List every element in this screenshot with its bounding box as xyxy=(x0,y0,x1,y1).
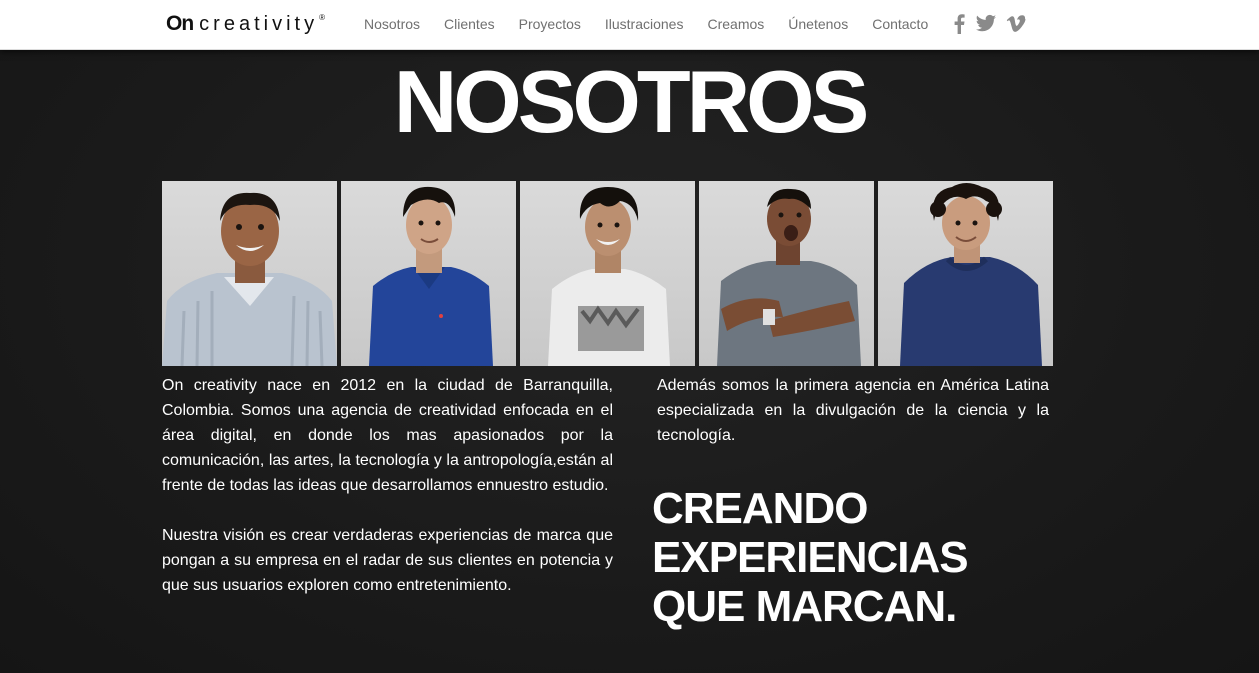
team-member-photo-4 xyxy=(699,181,874,366)
team-member-photo-5 xyxy=(878,181,1053,366)
logo-wordmark: creativity xyxy=(199,13,319,35)
about-paragraph-3: Además somos la primera agencia en Améri… xyxy=(657,377,1049,444)
team-member-photo-2 xyxy=(341,181,516,366)
nav-creamos[interactable]: Creamos xyxy=(707,16,764,32)
nav-nosotros[interactable]: Nosotros xyxy=(364,16,420,32)
nav-clientes[interactable]: Clientes xyxy=(444,16,495,32)
nav-proyectos[interactable]: Proyectos xyxy=(519,16,581,32)
about-paragraph-1: On creativity nace en 2012 en la ciudad … xyxy=(162,377,613,494)
team-photos xyxy=(162,181,1053,366)
site-logo[interactable]: On creativity ® xyxy=(166,12,325,38)
nav-unetenos[interactable]: Únetenos xyxy=(788,16,848,32)
nav-ilustraciones[interactable]: Ilustraciones xyxy=(605,16,684,32)
twitter-icon[interactable] xyxy=(975,14,997,34)
team-member-photo-3 xyxy=(520,181,695,366)
slogan-line-2: EXPERIENCIAS xyxy=(652,533,969,582)
slogan-line-3: QUE MARCAN. xyxy=(652,582,957,631)
about-paragraph-2: Nuestra visión es crear verdaderas exper… xyxy=(162,527,613,594)
slogan-line-1: CREANDO xyxy=(652,484,868,533)
about-left-column: On creativity nace en 2012 en la ciudad … xyxy=(162,373,613,623)
main-nav: Nosotros Clientes Proyectos Ilustracione… xyxy=(364,16,928,32)
vimeo-icon[interactable] xyxy=(1006,14,1026,34)
top-navigation-bar: On creativity ® Nosotros Clientes Proyec… xyxy=(0,0,1259,50)
facebook-icon[interactable] xyxy=(952,14,966,34)
nav-contacto[interactable]: Contacto xyxy=(872,16,928,32)
social-links xyxy=(952,14,1026,34)
team-member-photo-1 xyxy=(162,181,337,366)
logo-registered-mark: ® xyxy=(319,13,325,22)
slogan: CREANDO EXPERIENCIAS QUE MARCAN. xyxy=(652,484,1052,631)
logo-on: On xyxy=(166,12,194,35)
about-right-column: Además somos la primera agencia en Améri… xyxy=(657,373,1049,448)
page-title: NOSOTROS xyxy=(393,52,870,151)
